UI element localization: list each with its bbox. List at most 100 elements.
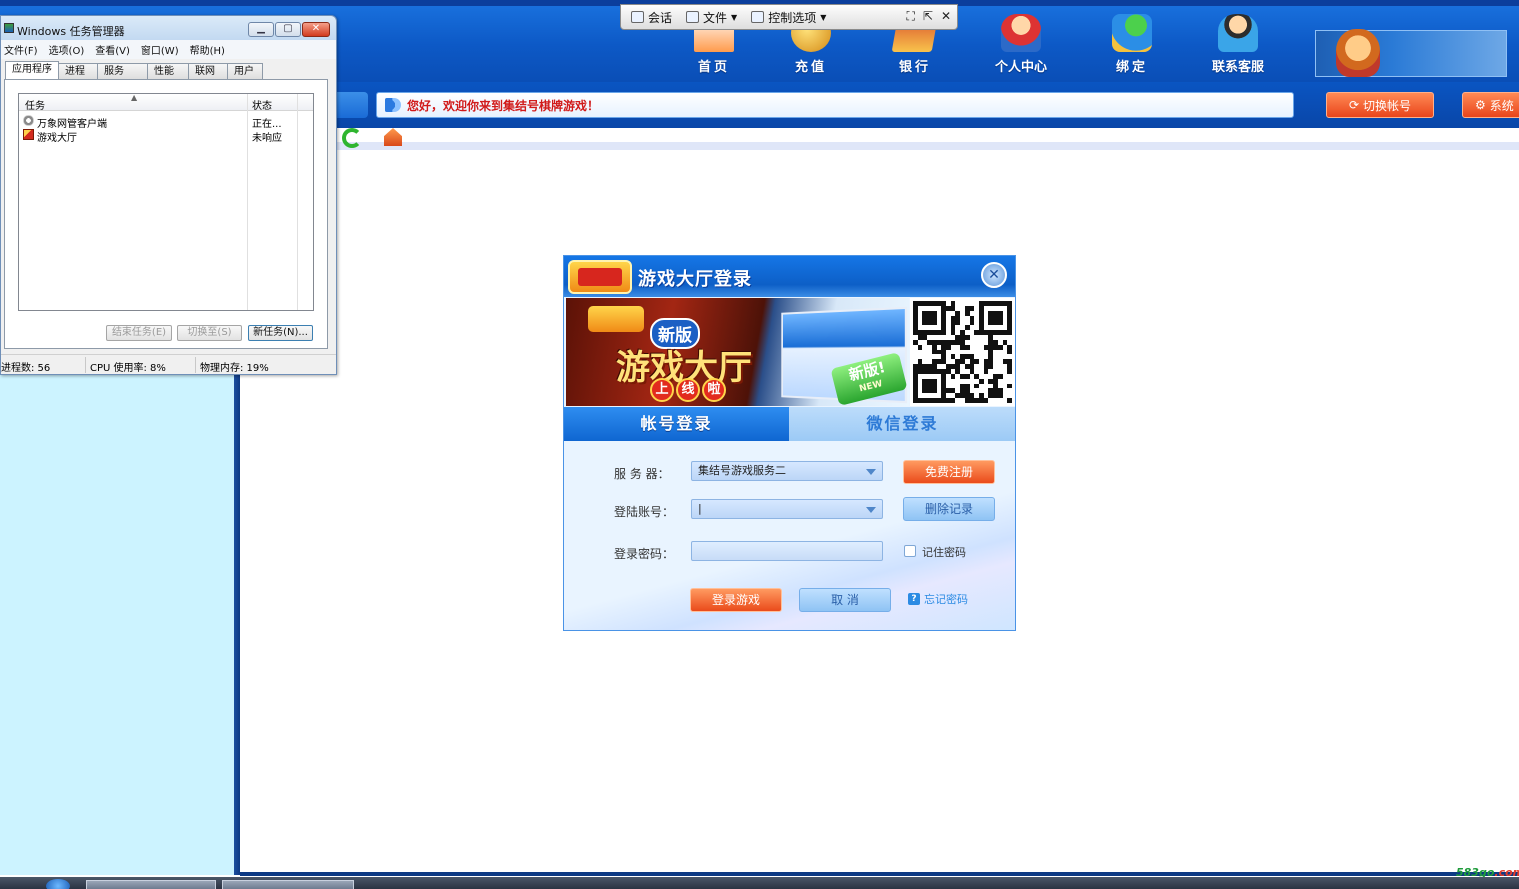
- qr-code: [910, 298, 1015, 406]
- chevron-down-icon: [866, 507, 876, 513]
- notice-tab[interactable]: [336, 92, 368, 118]
- login-dialog: 游戏大厅登录 ✕ 新版 游戏大厅 上 线 啦 新版! NEW 帐号登录 微信登录…: [563, 255, 1016, 631]
- menu-file[interactable]: 文件(F): [4, 42, 38, 57]
- user-center-icon: [1001, 14, 1041, 52]
- task-manager-titlebar[interactable]: Windows 任务管理器 ▁ ▢ ✕: [1, 16, 336, 40]
- password-input[interactable]: [691, 541, 883, 561]
- detach-icon[interactable]: ⇱: [923, 9, 933, 24]
- refresh-icon[interactable]: [342, 128, 362, 148]
- game-lobby-icon: [23, 129, 34, 140]
- taskbar-item-lobby[interactable]: [222, 880, 354, 889]
- task-name: 游戏大厅: [37, 133, 77, 144]
- nav-customer-service-label: 联系客服: [1211, 60, 1264, 75]
- delete-record-button[interactable]: 删除记录: [903, 497, 995, 521]
- login-title: 游戏大厅登录: [638, 269, 752, 290]
- home-small-icon[interactable]: [384, 128, 402, 146]
- maximize-button[interactable]: ▢: [275, 22, 301, 37]
- fullscreen-icon[interactable]: ⛶: [906, 9, 914, 24]
- chat-icon: [631, 11, 644, 23]
- task-list: 任务 ▲ 状态 万象网管客户端 正在... 游戏大厅 未响应: [18, 93, 314, 311]
- tab-performance[interactable]: 性能: [147, 63, 189, 79]
- tab-services[interactable]: 服务: [97, 63, 148, 79]
- login-header: 游戏大厅登录 ✕: [564, 256, 1015, 297]
- tab-users[interactable]: 用户: [227, 63, 263, 79]
- nav-user-center[interactable]: 个人中心: [981, 14, 1061, 76]
- account-input[interactable]: |: [691, 499, 883, 519]
- menu-window[interactable]: 窗口(W): [141, 42, 179, 57]
- wrench-icon: [751, 11, 765, 23]
- remote-window-controls: ⛶ ⇱ ✕: [898, 9, 951, 24]
- table-row[interactable]: 游戏大厅 未响应: [19, 128, 313, 144]
- close-icon[interactable]: ✕: [941, 9, 951, 24]
- sub-toolbar: [336, 128, 1519, 150]
- nav-customer-service[interactable]: 联系客服: [1198, 14, 1278, 76]
- menu-options[interactable]: 选项(O): [49, 42, 85, 57]
- banner-sub-char: 线: [676, 378, 700, 402]
- close-button[interactable]: ✕: [302, 22, 330, 37]
- control-options-menu[interactable]: 控制选项 ▼: [751, 9, 826, 26]
- tab-applications[interactable]: 应用程序: [5, 61, 59, 79]
- qr-grid: [913, 301, 1012, 403]
- task-manager-tabs: 应用程序 进程 服务 性能 联网 用户: [5, 61, 263, 79]
- swap-icon: ⟳: [1348, 98, 1360, 112]
- sort-arrow-icon: ▲: [131, 93, 138, 102]
- switch-account-label: 切换帐号: [1363, 98, 1412, 113]
- tab-account-login[interactable]: 帐号登录: [564, 407, 789, 449]
- column-status[interactable]: 状态: [252, 97, 272, 112]
- task-manager-statusbar: 进程数: 56 CPU 使用率: 8% 物理内存: 19%: [1, 354, 336, 374]
- server-select[interactable]: 集结号游戏服务二: [691, 461, 883, 481]
- login-tabs: 帐号登录 微信登录: [564, 407, 1015, 449]
- account-label: 登陆账号：: [614, 505, 675, 519]
- end-task-button[interactable]: 结束任务(E): [106, 325, 172, 341]
- nav-recharge-label: 充值: [794, 60, 827, 75]
- remember-password-label: 记住密码: [922, 546, 966, 559]
- start-button-icon[interactable]: [46, 879, 70, 889]
- pane-divider: [234, 375, 240, 875]
- task-status: 未响应: [252, 133, 282, 144]
- login-game-button[interactable]: 登录游戏: [690, 588, 782, 612]
- file-menu[interactable]: 文件 ▼: [686, 9, 737, 26]
- remote-control-toolbar: 会话 文件 ▼ 控制选项 ▼ ⛶ ⇱ ✕: [620, 4, 958, 30]
- task-manager-icon: [4, 23, 14, 33]
- mascot-panel: [1315, 29, 1507, 77]
- switch-account-button[interactable]: ⟳ 切换帐号: [1326, 92, 1434, 118]
- customer-service-icon: [1218, 14, 1258, 52]
- close-button[interactable]: ✕: [981, 262, 1007, 288]
- system-button[interactable]: ⚙ 系统: [1462, 92, 1519, 118]
- remember-password-checkbox[interactable]: [904, 545, 916, 557]
- minimize-button[interactable]: ▁: [248, 22, 274, 37]
- left-pane: [0, 375, 234, 875]
- wanxiang-icon: [23, 115, 34, 126]
- menu-help[interactable]: 帮助(H): [190, 42, 225, 57]
- status-separator: [195, 357, 196, 373]
- server-value: 集结号游戏服务二: [698, 464, 786, 477]
- switch-to-button[interactable]: 切换至(S): [177, 325, 242, 341]
- applications-panel: 任务 ▲ 状态 万象网管客户端 正在... 游戏大厅 未响应 结束任务(E) 切…: [4, 79, 328, 349]
- password-label: 登录密码：: [614, 547, 675, 561]
- task-manager-body: 应用程序 进程 服务 性能 联网 用户 任务 ▲ 状态 万象网管客户端 正在..…: [1, 59, 336, 354]
- control-options-label: 控制选项: [768, 10, 817, 25]
- taskbar-item-taskmgr[interactable]: [86, 880, 216, 889]
- promo-banner: 新版 游戏大厅 上 线 啦 新版! NEW: [566, 298, 909, 406]
- process-count: 进程数: 56: [1, 363, 51, 374]
- forgot-password-link[interactable]: ? 忘记密码: [908, 591, 968, 607]
- menu-view[interactable]: 查看(V): [95, 42, 130, 57]
- column-task[interactable]: 任务: [25, 97, 45, 112]
- table-row[interactable]: 万象网管客户端 正在...: [19, 114, 313, 130]
- file-label: 文件: [703, 10, 728, 25]
- cancel-button[interactable]: 取 消: [799, 588, 891, 612]
- game-logo: [568, 260, 632, 294]
- speaker-icon: [385, 98, 401, 112]
- notice-text: 您好，欢迎你来到集结号棋牌游戏！: [407, 98, 600, 113]
- tab-processes[interactable]: 进程: [58, 63, 98, 79]
- tab-wechat-login[interactable]: 微信登录: [790, 407, 1015, 441]
- register-button[interactable]: 免费注册: [903, 460, 995, 484]
- nav-bind[interactable]: 绑定: [1092, 14, 1172, 76]
- task-manager-window: Windows 任务管理器 ▁ ▢ ✕ 文件(F) 选项(O) 查看(V) 窗口…: [0, 15, 337, 375]
- new-task-button[interactable]: 新任务(N)...: [248, 325, 313, 341]
- tab-networking[interactable]: 联网: [188, 63, 228, 79]
- qr-module: [1007, 398, 1012, 403]
- session-menu[interactable]: 会话: [631, 9, 672, 26]
- nav-user-center-label: 个人中心: [994, 60, 1047, 75]
- server-label: 服 务 器：: [614, 467, 670, 481]
